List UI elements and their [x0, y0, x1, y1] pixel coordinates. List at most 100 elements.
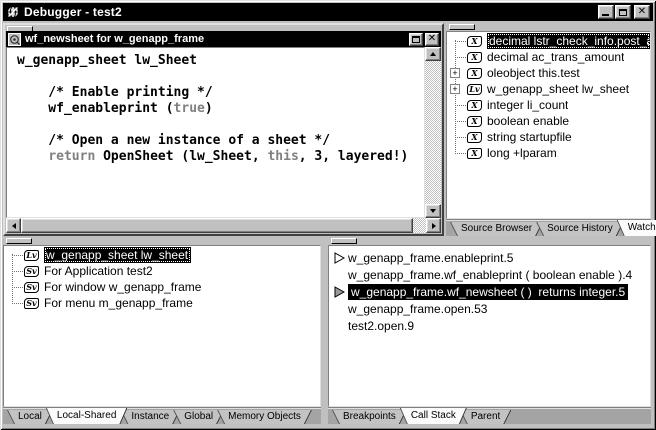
callstack-pane: w_genapp_frame.enableprint.5w_genapp_fra…	[328, 237, 651, 424]
tree-item-label: For menu m_genapp_frame	[44, 296, 193, 310]
code-segment: )	[205, 101, 213, 116]
callstack-item-label: w_genapp_frame.open.53	[348, 302, 487, 316]
variables-tabstrip: LocalLocal-SharedInstanceGlobalMemory Ob…	[3, 407, 321, 424]
expand-plus-icon[interactable]: +	[450, 68, 460, 78]
tree-item-label: w_genapp_sheet lw_sheet	[44, 247, 191, 263]
tree-connector	[12, 255, 23, 256]
arrow-up-icon	[430, 52, 436, 56]
watch-item[interactable]: Xlong +lparam	[447, 145, 650, 161]
code-line: w_genapp_sheet lw_Sheet	[17, 53, 424, 69]
scroll-up-button[interactable]	[425, 47, 441, 61]
tree-connector	[12, 303, 23, 304]
tab-instance[interactable]: Instance	[121, 410, 179, 424]
code-segment: wf_enableprint (	[17, 101, 174, 116]
expand-plus-icon[interactable]: +	[450, 84, 460, 94]
code-line: wf_enableprint (true)	[17, 101, 424, 117]
watch-item[interactable]: Xdecimal ac_trans_amount	[447, 49, 650, 65]
variable-icon: X	[467, 100, 482, 111]
code-segment: w_genapp_sheet lw_Sheet	[17, 53, 197, 68]
callstack-item[interactable]: w_genapp_frame.enableprint.5	[329, 249, 650, 266]
script-pane: wf_newsheet for w_genapp_frame ✕ w_genap…	[3, 23, 444, 236]
tree-connector	[455, 137, 466, 138]
code-segment: , 3, layered!)	[299, 149, 409, 164]
tab-source-browser[interactable]: Source Browser	[451, 222, 542, 236]
scroll-down-button[interactable]	[425, 204, 441, 218]
tab-source-history[interactable]: Source History	[537, 222, 623, 236]
tree-item-label: For window w_genapp_frame	[44, 280, 201, 294]
tab-local[interactable]: Local	[8, 410, 52, 424]
local-variable-icon: Lv	[24, 250, 39, 261]
tree-item-label: integer li_count	[487, 98, 568, 112]
tree-item-label: oleobject this.test	[487, 66, 580, 80]
script-window-titlebar[interactable]: wf_newsheet for w_genapp_frame ✕	[6, 31, 441, 47]
tab-watch[interactable]: Watch	[618, 220, 656, 236]
horizontal-scrollbar[interactable]	[6, 218, 441, 233]
watch-tree[interactable]: Xdecimal lstr_check_info.post_amtXdecima…	[446, 31, 651, 219]
code-line: return OpenSheet (lw_Sheet, this, 3, lay…	[17, 149, 424, 165]
close-icon: ✕	[638, 7, 646, 17]
watch-item[interactable]: Xinteger li_count	[447, 97, 650, 113]
watch-item[interactable]: Xstring startupfile	[447, 129, 650, 145]
code-editor[interactable]: w_genapp_sheet lw_Sheet /* Enable printi…	[6, 47, 425, 218]
code-segment: this	[267, 149, 298, 164]
code-segment: /* Open a new instance of a sheet */	[17, 133, 330, 148]
tab-memory-objects[interactable]: Memory Objects	[218, 410, 311, 424]
callstack-list[interactable]: w_genapp_frame.enableprint.5w_genapp_fra…	[328, 245, 651, 407]
close-button[interactable]: ✕	[634, 5, 650, 19]
tab-parent[interactable]: Parent	[461, 410, 510, 424]
watch-tabstrip: Source BrowserSource HistoryWatch	[446, 219, 651, 236]
code-segment: true	[174, 101, 205, 116]
tree-connector	[455, 153, 466, 154]
tree-connector	[12, 287, 23, 288]
tab-local-shared[interactable]: Local-Shared	[47, 408, 126, 424]
watch-item[interactable]: Xdecimal lstr_check_info.post_amt	[447, 33, 650, 49]
variable-item[interactable]: Sv For Application test2	[4, 263, 320, 279]
watch-item[interactable]: +Lvw_genapp_sheet lw_sheet	[447, 81, 650, 97]
tree-item-label: boolean enable	[487, 114, 569, 128]
scroll-left-button[interactable]	[6, 218, 21, 233]
code-segment: return	[48, 149, 95, 164]
script-maximize-button[interactable]	[409, 33, 423, 46]
pane-grip[interactable]	[449, 24, 475, 30]
callstack-tabstrip: BreakpointsCall StackParent	[328, 407, 651, 424]
pane-grip[interactable]	[331, 238, 357, 244]
variable-item[interactable]: Lv w_genapp_sheet lw_sheet	[4, 247, 320, 263]
watch-item[interactable]: Xboolean enable	[447, 113, 650, 129]
debugger-window: Debugger - test2 ✕ wf_newsheet for w_gen…	[0, 0, 656, 430]
callstack-item[interactable]: w_genapp_frame.open.53	[329, 300, 650, 317]
watch-item[interactable]: +Xoleobject this.test	[447, 65, 650, 81]
code-line: /* Enable printing */	[17, 85, 424, 101]
maximize-button[interactable]	[615, 5, 631, 19]
vertical-scrollbar[interactable]	[425, 47, 441, 218]
close-icon: ✕	[428, 34, 436, 44]
script-close-button[interactable]: ✕	[425, 33, 439, 46]
variable-item[interactable]: SvFor menu m_genapp_frame	[4, 295, 320, 311]
scroll-right-button[interactable]	[426, 218, 441, 233]
callstack-item[interactable]: test2.open.9	[329, 317, 650, 334]
minimize-icon	[602, 14, 609, 16]
minimize-button[interactable]	[598, 5, 614, 19]
vertical-scroll-track[interactable]	[425, 61, 441, 204]
tree-connector	[455, 41, 466, 42]
maximize-icon	[619, 9, 627, 16]
pane-grip[interactable]	[6, 238, 32, 244]
variables-pane: Lv w_genapp_sheet lw_sheet Sv For Applicati…	[3, 237, 321, 424]
arrow-down-icon	[430, 209, 436, 213]
variables-tree[interactable]: Lv w_genapp_sheet lw_sheet Sv For Applicati…	[3, 245, 321, 407]
code-line: /* Open a new instance of a sheet */	[17, 133, 424, 149]
tree-connector	[455, 121, 466, 122]
variable-item[interactable]: SvFor window w_genapp_frame	[4, 279, 320, 295]
tree-item-label: For Application test2	[44, 264, 153, 278]
callstack-item[interactable]: w_genapp_frame.wf_enableprint ( boolean …	[329, 266, 650, 283]
main-titlebar[interactable]: Debugger - test2 ✕	[3, 3, 653, 21]
callstack-item[interactable]: w_genapp_frame.wf_newsheet ( ) returns i…	[329, 283, 650, 300]
code-line	[17, 117, 424, 133]
tab-call-stack[interactable]: Call Stack	[401, 408, 466, 424]
tab-global[interactable]: Global	[174, 410, 223, 424]
shared-variable-icon: Sv	[24, 266, 39, 277]
horizontal-scroll-thumb[interactable]	[21, 218, 413, 233]
tab-breakpoints[interactable]: Breakpoints	[333, 410, 406, 424]
window-title: Debugger - test2	[24, 5, 598, 19]
code-segment: /* Enable printing */	[17, 85, 213, 100]
horizontal-scroll-track[interactable]	[21, 218, 426, 233]
